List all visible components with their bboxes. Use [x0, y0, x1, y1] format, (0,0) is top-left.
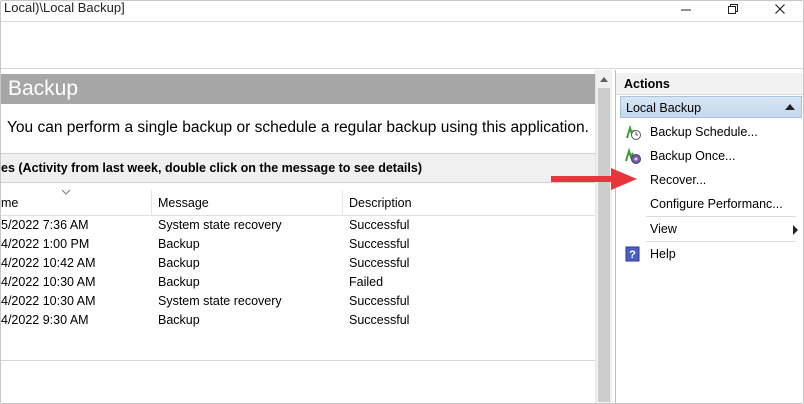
column-header-description[interactable]: Description: [349, 196, 412, 210]
table-row[interactable]: 4/2022 10:42 AM Backup Successful: [1, 254, 595, 273]
minimize-button[interactable]: [663, 1, 709, 17]
cell-description: Successful: [349, 313, 410, 327]
vertical-scrollbar[interactable]: [595, 70, 612, 403]
help-icon: ?: [625, 246, 640, 262]
cell-time: 4/2022 10:30 AM: [1, 294, 96, 308]
annotation-arrow-icon: [551, 168, 637, 190]
messages-table: me Message Description 5/2022 7:36 AM Sy…: [1, 189, 595, 350]
scroll-up-button[interactable]: [596, 72, 612, 86]
toolbar-area: [1, 21, 803, 69]
page-title: Backup: [8, 77, 79, 100]
messages-section-header: es (Activity from last week, double clic…: [1, 153, 595, 183]
close-button[interactable]: [757, 1, 803, 17]
cell-description: Successful: [349, 294, 410, 308]
cell-message: Backup: [158, 313, 200, 327]
cell-description: Successful: [349, 237, 410, 251]
column-divider[interactable]: [151, 190, 152, 216]
actions-group-local-backup[interactable]: Local Backup: [620, 96, 802, 118]
column-divider[interactable]: [342, 190, 343, 216]
action-backup-schedule[interactable]: Backup Schedule...: [620, 121, 802, 143]
backup-schedule-icon: [626, 124, 641, 140]
table-header: me Message Description: [1, 189, 595, 216]
action-view[interactable]: View: [620, 218, 802, 240]
cell-description: Successful: [349, 218, 410, 232]
actions-header: Actions: [616, 73, 803, 95]
actions-pane: Actions Local Backup Backup Schedule... …: [615, 70, 803, 403]
maximize-button[interactable]: [710, 1, 756, 17]
intro-text: You can perform a single backup or sched…: [7, 119, 589, 136]
backup-once-icon: [625, 147, 641, 164]
action-label: Configure Performanc...: [650, 197, 783, 211]
app-window: Local)\Local Backup] Backup You can perf…: [0, 0, 804, 404]
action-label: Backup Schedule...: [650, 125, 758, 139]
cell-time: 5/2022 7:36 AM: [1, 218, 89, 232]
column-header-message[interactable]: Message: [158, 196, 209, 210]
action-label: View: [650, 222, 677, 236]
action-help[interactable]: ? Help: [620, 243, 802, 265]
cell-time: 4/2022 9:30 AM: [1, 313, 89, 327]
cell-message: Backup: [158, 275, 200, 289]
cell-message: Backup: [158, 256, 200, 270]
toolbar-divider: [1, 21, 803, 22]
action-configure-performance[interactable]: Configure Performanc...: [620, 193, 802, 215]
action-recover[interactable]: Recover...: [620, 169, 802, 191]
cell-time: 4/2022 1:00 PM: [1, 237, 90, 251]
actions-group-label: Local Backup: [626, 101, 702, 115]
sort-caret-icon: [61, 189, 71, 195]
cell-time: 4/2022 10:42 AM: [1, 256, 96, 270]
maximize-icon: [728, 4, 738, 14]
actions-divider: [646, 216, 796, 217]
messages-section-title: es (Activity from last week, double clic…: [1, 161, 422, 175]
action-backup-once[interactable]: Backup Once...: [620, 145, 802, 167]
cell-message: System state recovery: [158, 218, 282, 232]
action-label: Help: [650, 247, 676, 261]
svg-text:?: ?: [629, 249, 636, 261]
actions-header-label: Actions: [624, 77, 670, 91]
table-bottom-divider: [1, 360, 595, 361]
table-row[interactable]: 5/2022 7:36 AM System state recovery Suc…: [1, 216, 595, 235]
main-pane: Backup You can perform a single backup o…: [1, 70, 613, 403]
table-row[interactable]: 4/2022 1:00 PM Backup Successful: [1, 235, 595, 254]
cell-message: System state recovery: [158, 294, 282, 308]
cell-time: 4/2022 10:30 AM: [1, 275, 96, 289]
cell-description: Failed: [349, 275, 384, 289]
column-header-time[interactable]: me: [1, 196, 18, 210]
window-title: Local)\Local Backup]: [4, 0, 125, 15]
minimize-icon: [681, 9, 691, 11]
collapse-caret-icon[interactable]: [785, 104, 795, 110]
table-row[interactable]: 4/2022 9:30 AM Backup Successful: [1, 311, 595, 330]
action-label: Backup Once...: [650, 149, 736, 163]
cell-description: Successful: [349, 256, 410, 270]
actions-divider: [646, 241, 796, 242]
action-label: Recover...: [650, 173, 707, 187]
submenu-arrow-icon: [793, 225, 798, 235]
table-row[interactable]: 4/2022 10:30 AM System state recovery Su…: [1, 292, 595, 311]
scrollbar-thumb[interactable]: [598, 88, 610, 402]
table-row[interactable]: 4/2022 10:30 AM Backup Failed: [1, 273, 595, 292]
scroll-up-icon: [600, 77, 608, 82]
cell-message: Backup: [158, 237, 200, 251]
page-banner: Backup: [1, 74, 595, 104]
close-icon: [775, 4, 785, 14]
